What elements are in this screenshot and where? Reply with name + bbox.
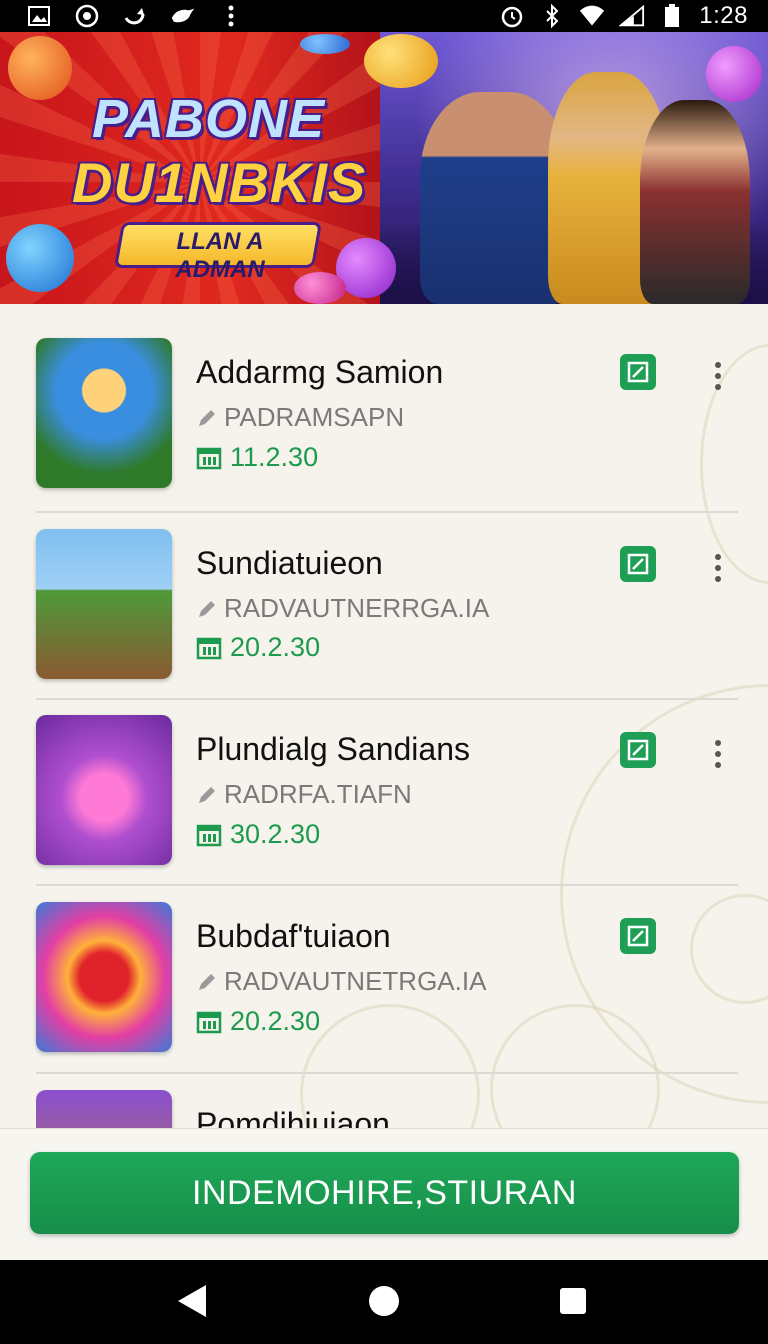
item-version-text: 30.2.30 xyxy=(230,819,321,849)
status-bar: 1:28 xyxy=(0,0,768,32)
coin-icon xyxy=(8,36,72,100)
list-item[interactable]: Pomdihiuiaon xyxy=(36,1090,738,1128)
coin-icon xyxy=(706,46,762,102)
item-version-text: 20.2.30 xyxy=(230,632,321,662)
item-version: 11.2.30 xyxy=(196,442,318,473)
primary-action-button[interactable]: INDEMOHIRE,STIURAN xyxy=(30,1152,739,1234)
calendar-icon xyxy=(196,824,222,846)
wifi-icon xyxy=(579,3,605,29)
edit-checkbox-button[interactable] xyxy=(620,732,656,768)
image-icon xyxy=(26,3,52,29)
item-subtitle: RADVAUTNERRGA.IA xyxy=(196,593,489,624)
bluetooth-icon xyxy=(539,3,565,29)
woman-character-icon xyxy=(640,100,750,304)
divider xyxy=(36,511,738,513)
edit-box-icon xyxy=(627,739,649,761)
bird-icon xyxy=(170,3,196,29)
edit-box-icon xyxy=(627,553,649,575)
pencil-icon xyxy=(199,973,215,990)
list-item[interactable]: Bubdaf'tuiaon RADVAUTNETRGA.IA 20.2.30 xyxy=(36,902,738,1052)
item-title: Addarmg Samion xyxy=(196,354,444,390)
red-dice-icon xyxy=(36,902,172,1052)
sync-icon xyxy=(122,3,148,29)
item-subtitle-text: RADVAUTNERRGA.IA xyxy=(224,593,490,623)
fox-character-icon xyxy=(36,529,172,679)
item-subtitle-text: RADRFA.TIAFN xyxy=(224,779,412,809)
banner-title-line2: DU1NBKIS xyxy=(72,151,367,214)
item-subtitle: RADRFA.TIAFN xyxy=(196,779,412,810)
edit-checkbox-button[interactable] xyxy=(620,546,656,582)
item-subtitle: RADVAUTNETRGA.IA xyxy=(196,966,486,997)
pencil-icon xyxy=(199,600,215,617)
list-item[interactable]: Addarmg Samion PADRAMSAPN 11.2.30 xyxy=(36,338,738,494)
calendar-icon xyxy=(196,1011,222,1033)
item-title: Sundiatuieon xyxy=(196,545,383,581)
calendar-icon xyxy=(196,637,222,659)
more-options-button[interactable] xyxy=(704,550,732,586)
signal-icon xyxy=(619,3,645,29)
banner-title-line1: PABONE xyxy=(92,89,326,149)
edit-checkbox-button[interactable] xyxy=(620,354,656,390)
item-version-text: 11.2.30 xyxy=(230,442,319,472)
coin-icon xyxy=(364,34,438,88)
edit-box-icon xyxy=(627,925,649,947)
pencil-icon xyxy=(199,409,215,426)
home-icon[interactable] xyxy=(369,1286,399,1316)
divider xyxy=(36,884,738,886)
coin-icon xyxy=(300,34,350,54)
magician-character-icon xyxy=(36,715,172,865)
item-subtitle-text: PADRAMSAPN xyxy=(224,402,405,432)
more-options-button[interactable] xyxy=(704,358,732,394)
banner-subtitle: LLAN A ADMAN xyxy=(175,228,265,283)
edit-box-icon xyxy=(627,361,649,383)
pencil-icon xyxy=(199,786,215,803)
divider xyxy=(36,698,738,700)
item-title: Plundialg Sandians xyxy=(196,731,470,767)
item-version: 30.2.30 xyxy=(196,819,320,850)
alarm-icon xyxy=(499,3,525,29)
item-title: Bubdaf'tuiaon xyxy=(196,918,391,954)
coin-icon xyxy=(6,224,74,292)
character-icon xyxy=(36,1090,172,1128)
item-version: 20.2.30 xyxy=(196,1006,320,1037)
clown-character-icon xyxy=(36,338,172,488)
item-title: Pomdihiuiaon xyxy=(196,1106,390,1128)
divider xyxy=(36,1072,738,1074)
list-item[interactable]: Sundiatuieon RADVAUTNERRGA.IA 20.2.30 xyxy=(36,529,738,679)
item-subtitle-text: RADVAUTNETRGA.IA xyxy=(224,966,487,996)
back-icon[interactable] xyxy=(178,1285,206,1317)
item-subtitle: PADRAMSAPN xyxy=(196,402,404,433)
app-icon xyxy=(74,3,100,29)
promo-banner[interactable]: PABONE DU1NBKIS LLAN A ADMAN xyxy=(0,32,768,304)
battery-icon xyxy=(659,3,685,29)
list-item[interactable]: Plundialg Sandians RADRFA.TIAFN 30.2.30 xyxy=(36,715,738,865)
recent-apps-icon[interactable] xyxy=(560,1288,586,1314)
overflow-dots-icon xyxy=(218,3,244,29)
status-time: 1:28 xyxy=(699,2,748,29)
item-version-text: 20.2.30 xyxy=(230,1006,321,1036)
calendar-icon xyxy=(196,447,222,469)
item-version: 20.2.30 xyxy=(196,632,320,663)
edit-checkbox-button[interactable] xyxy=(620,918,656,954)
more-options-button[interactable] xyxy=(704,736,732,772)
